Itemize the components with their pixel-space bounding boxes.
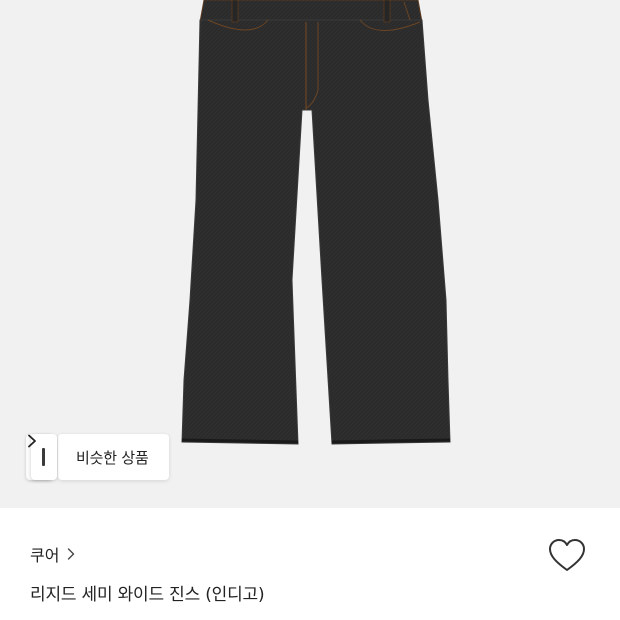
similar-products-button[interactable]: 비슷한 상품 bbox=[28, 434, 169, 480]
similar-products-chip[interactable]: 비슷한 상품 bbox=[26, 434, 169, 480]
heart-icon[interactable] bbox=[548, 538, 586, 574]
chevron-right-icon bbox=[28, 434, 36, 448]
similar-products-label: 비슷한 상품 bbox=[76, 448, 149, 467]
chevron-right-icon bbox=[68, 548, 75, 560]
product-info: 쿠어 리지드 세미 와이드 진스 (인디고) bbox=[0, 508, 620, 620]
brand-name: 쿠어 bbox=[30, 546, 60, 565]
brand-link[interactable]: 쿠어 bbox=[30, 542, 75, 566]
product-title: 리지드 세미 와이드 진스 (인디고) bbox=[30, 585, 265, 605]
product-image[interactable]: 비슷한 상품 bbox=[0, 0, 620, 508]
jeans-photo bbox=[181, 0, 451, 445]
